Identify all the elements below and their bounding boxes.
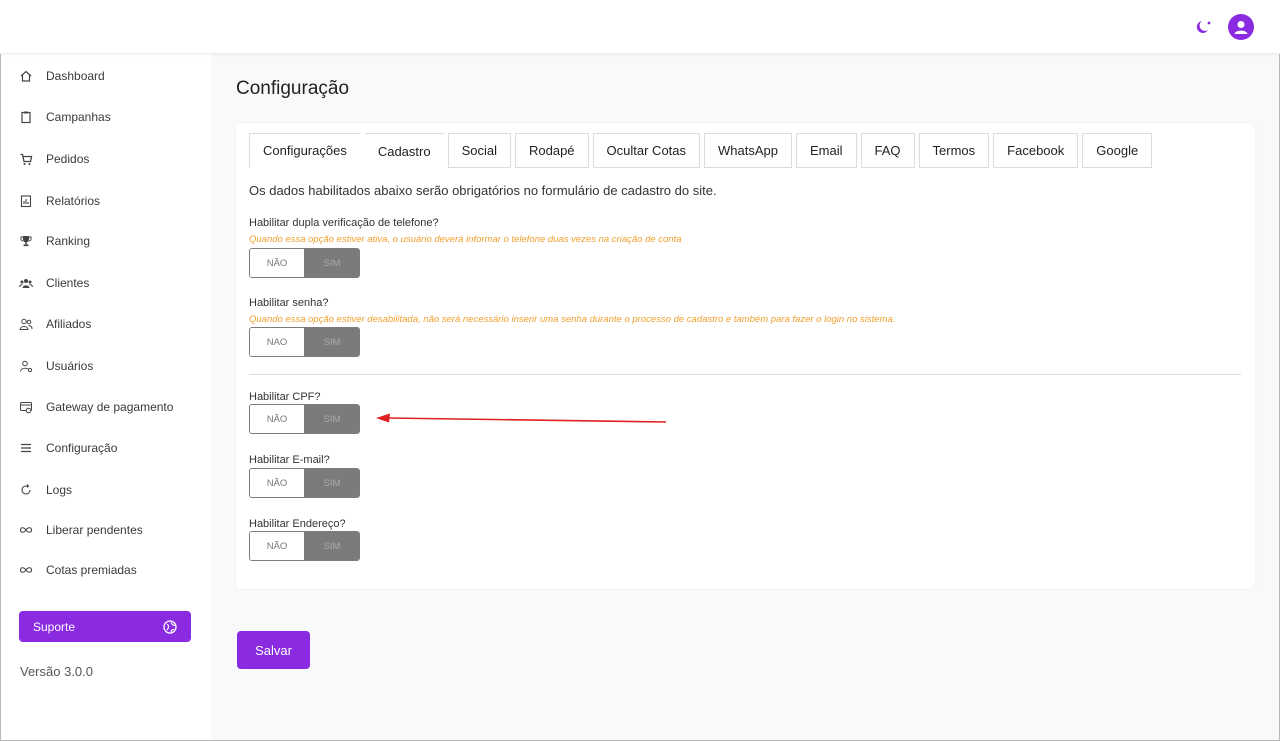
toggle-on-option[interactable]: SIM: [305, 469, 359, 497]
email-toggle[interactable]: NÃO SIM: [249, 468, 360, 498]
sidebar-item-gateway[interactable]: Gateway de pagamento: [18, 396, 173, 418]
toggle-off-option[interactable]: NÃO: [250, 469, 305, 497]
tab-bar: Configurações Cadastro Social Rodapé Ocu…: [249, 133, 1156, 168]
toggle-on-option[interactable]: SIM: [305, 328, 359, 356]
sidebar-item-label: Ranking: [46, 234, 91, 248]
main-content: Configuração Configurações Cadastro Soci…: [211, 54, 1280, 741]
sidebar-item-label: Clientes: [46, 276, 90, 290]
section-divider: [249, 374, 1241, 375]
tab-faq[interactable]: FAQ: [860, 133, 915, 168]
support-button[interactable]: Suporte: [19, 611, 191, 642]
sidebar-item-afiliados[interactable]: Afiliados: [18, 313, 91, 335]
sidebar-item-label: Liberar pendentes: [46, 523, 143, 537]
sidebar-item-cotas-premiadas[interactable]: Cotas premiadas: [18, 559, 137, 581]
email-label: Habilitar E-mail?: [249, 454, 330, 466]
top-bar: [0, 0, 1280, 54]
cart-icon: [18, 151, 34, 167]
infinity-icon: [18, 522, 34, 538]
sidebar-item-label: Cotas premiadas: [46, 563, 137, 577]
annotation-arrow: [376, 413, 667, 423]
sidebar-item-label: Configuração: [46, 441, 118, 455]
sidebar-item-pedidos[interactable]: Pedidos: [18, 148, 89, 170]
sidebar-item-campanhas[interactable]: Campanhas: [18, 106, 111, 128]
sidebar-item-clientes[interactable]: Clientes: [18, 272, 89, 294]
form-description: Os dados habilitados abaixo serão obriga…: [249, 183, 717, 198]
report-icon: [18, 193, 34, 209]
refresh-icon: [18, 482, 34, 498]
toggle-on-option[interactable]: SIM: [305, 249, 359, 277]
toggle-on-option[interactable]: SIM: [305, 532, 359, 560]
password-toggle[interactable]: NAO SIM: [249, 327, 360, 357]
globe-icon: [163, 619, 177, 634]
sidebar-item-liberar-pendentes[interactable]: Liberar pendentes: [18, 519, 143, 541]
phone-verification-hint: Quando essa opção estiver ativa, o usuár…: [249, 234, 682, 245]
page-title: Configuração: [236, 78, 350, 99]
tab-termos[interactable]: Termos: [918, 133, 990, 168]
password-label: Habilitar senha?: [249, 297, 329, 309]
avatar[interactable]: [1228, 14, 1254, 40]
sidebar-item-ranking[interactable]: Ranking: [18, 230, 90, 252]
user-cog-icon: [18, 358, 34, 374]
trophy-icon: [18, 233, 34, 249]
sidebar-item-usuarios[interactable]: Usuários: [18, 355, 93, 377]
toggle-off-option[interactable]: NAO: [250, 328, 305, 356]
sidebar-item-label: Dashboard: [46, 69, 105, 83]
moon-icon[interactable]: [1193, 19, 1213, 35]
cpf-label: Habilitar CPF?: [249, 391, 321, 403]
affiliates-icon: [18, 316, 34, 332]
users-icon: [18, 275, 34, 291]
tab-facebook[interactable]: Facebook: [993, 133, 1079, 168]
sidebar-item-logs[interactable]: Logs: [18, 479, 72, 501]
user-icon: [1234, 21, 1248, 34]
tab-email[interactable]: Email: [796, 133, 857, 168]
phone-verification-label: Habilitar dupla verificação de telefone?: [249, 217, 439, 229]
tab-social[interactable]: Social: [447, 133, 511, 168]
menu-lines-icon: [18, 440, 34, 456]
tab-ocultar-cotas[interactable]: Ocultar Cotas: [592, 133, 701, 168]
tab-cadastro[interactable]: Cadastro: [364, 133, 444, 168]
save-button[interactable]: Salvar: [237, 631, 310, 669]
tab-configuracoes[interactable]: Configurações: [249, 133, 361, 168]
toggle-off-option[interactable]: NÃO: [250, 405, 305, 433]
password-hint: Quando essa opção estiver desabilitada, …: [249, 314, 896, 325]
address-toggle[interactable]: NÃO SIM: [249, 531, 360, 561]
sidebar-item-dashboard[interactable]: Dashboard: [18, 65, 105, 87]
sidebar-item-label: Usuários: [46, 359, 94, 373]
tab-rodape[interactable]: Rodapé: [515, 133, 589, 168]
sidebar-item-label: Logs: [46, 483, 73, 497]
home-icon: [18, 68, 34, 84]
address-label: Habilitar Endereço?: [249, 518, 346, 530]
sidebar-item-label: Pedidos: [46, 152, 90, 166]
sidebar-item-relatorios[interactable]: Relatórios: [18, 190, 100, 212]
settings-card: Configurações Cadastro Social Rodapé Ocu…: [236, 123, 1255, 589]
phone-verification-toggle[interactable]: NÃO SIM: [249, 248, 360, 278]
cpf-toggle[interactable]: NÃO SIM: [249, 404, 360, 434]
sidebar-item-label: Afiliados: [46, 317, 92, 331]
sidebar-item-configuracao[interactable]: Configuração: [18, 437, 117, 459]
toggle-off-option[interactable]: NÃO: [250, 532, 305, 560]
tab-google[interactable]: Google: [1082, 133, 1153, 168]
infinity-icon: [18, 562, 34, 578]
gateway-icon: [18, 399, 34, 415]
toggle-on-option[interactable]: SIM: [305, 405, 359, 433]
version-text: Versão 3.0.0: [20, 664, 93, 679]
tab-whatsapp[interactable]: WhatsApp: [704, 133, 793, 168]
toggle-off-option[interactable]: NÃO: [250, 249, 305, 277]
clipboard-icon: [18, 109, 34, 125]
support-label: Suporte: [33, 619, 76, 634]
sidebar-item-label: Campanhas: [46, 110, 111, 124]
sidebar: Dashboard Campanhas Pedidos Relatórios R…: [0, 54, 211, 741]
sidebar-item-label: Relatórios: [46, 194, 101, 208]
sidebar-item-label: Gateway de pagamento: [46, 400, 174, 414]
